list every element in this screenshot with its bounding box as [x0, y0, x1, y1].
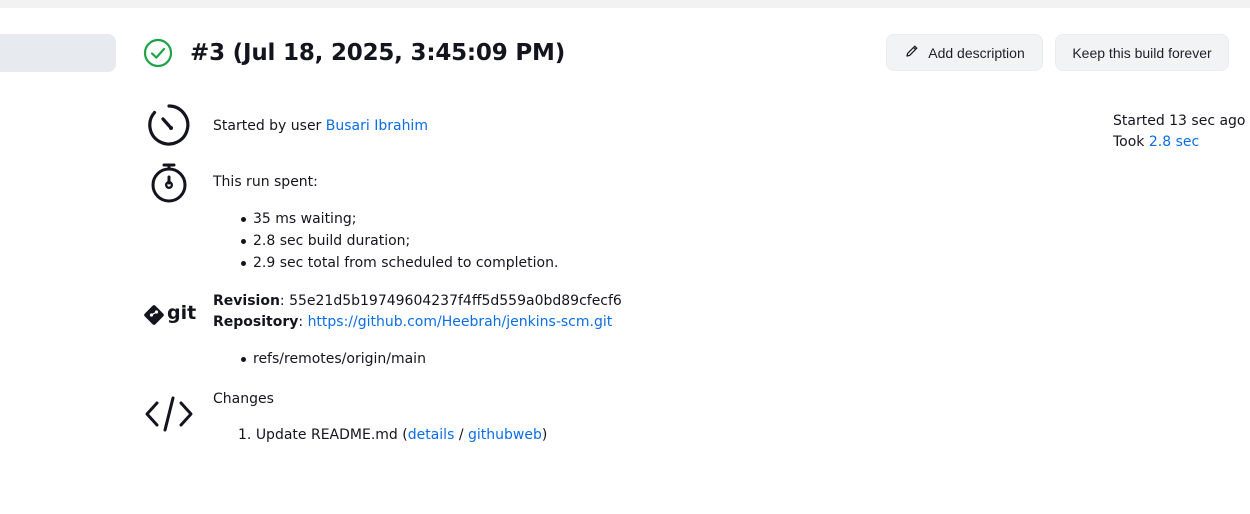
build-timing: Started 13 sec ago Took 2.8 sec — [1113, 111, 1246, 153]
started-by-text: Started by user Busari Ibrahim — [213, 118, 428, 134]
duration-link[interactable]: 2.8 sec — [1149, 134, 1199, 150]
add-description-button[interactable]: Add description — [886, 34, 1043, 71]
change-separator: / — [458, 427, 464, 443]
git-logo-text: git — [167, 302, 197, 324]
stopwatch-icon — [143, 160, 195, 210]
change-number: 1. — [238, 427, 252, 443]
details-link[interactable]: details — [408, 427, 455, 443]
repository-colon: : — [298, 314, 304, 330]
build-header: #3 (Jul 18, 2025, 3:45:09 PM) — [143, 36, 565, 70]
sidebar-collapsed-item[interactable] — [0, 34, 116, 72]
revision-line: Revision: 55e21d5b19749604237f4ff5d559a0… — [213, 293, 622, 309]
repository-line: Repository: https://github.com/Heebrah/j… — [213, 314, 612, 330]
list-item: 2.8 sec build duration; — [240, 230, 558, 252]
run-spent-heading: This run spent: — [213, 174, 318, 190]
add-description-label: Add description — [928, 44, 1025, 61]
changes-list: 1. Update README.md (details / githubweb… — [238, 424, 547, 446]
revision-label: Revision — [213, 293, 280, 309]
page-title: #3 (Jul 18, 2025, 3:45:09 PM) — [190, 40, 566, 66]
code-icon — [143, 394, 195, 438]
user-link[interactable]: Busari Ibrahim — [326, 118, 428, 134]
list-item: 1. Update README.md (details / githubweb… — [238, 424, 547, 446]
changes-heading: Changes — [213, 391, 274, 407]
timer-icon — [143, 103, 195, 151]
started-by-prefix: Started by user — [213, 118, 322, 134]
run-spent-list: 35 ms waiting; 2.8 sec build duration; 2… — [240, 208, 558, 274]
revision-hash: : 55e21d5b19749604237f4ff5d559a0bd89cfec… — [279, 293, 622, 309]
took-label: Took — [1113, 134, 1145, 150]
repository-link[interactable]: https://github.com/Heebrah/jenkins-scm.g… — [308, 314, 613, 330]
list-item: 35 ms waiting; — [240, 208, 558, 230]
check-circle-icon — [143, 38, 173, 68]
pencil-icon — [904, 43, 928, 62]
keep-forever-button[interactable]: Keep this build forever — [1055, 34, 1229, 71]
git-logo-icon: git — [143, 302, 197, 326]
change-close-paren: ) — [541, 427, 548, 443]
change-message: Update README.md — [255, 427, 398, 443]
top-bar — [0, 0, 1250, 8]
list-item: refs/remotes/origin/main — [240, 348, 426, 370]
list-item: 2.9 sec total from scheduled to completi… — [240, 252, 558, 274]
branch-list: refs/remotes/origin/main — [240, 348, 426, 370]
repository-label: Repository — [213, 314, 299, 330]
started-ago-text: Started 13 sec ago — [1113, 113, 1246, 129]
githubweb-link[interactable]: githubweb — [468, 427, 542, 443]
keep-forever-label: Keep this build forever — [1072, 44, 1212, 61]
